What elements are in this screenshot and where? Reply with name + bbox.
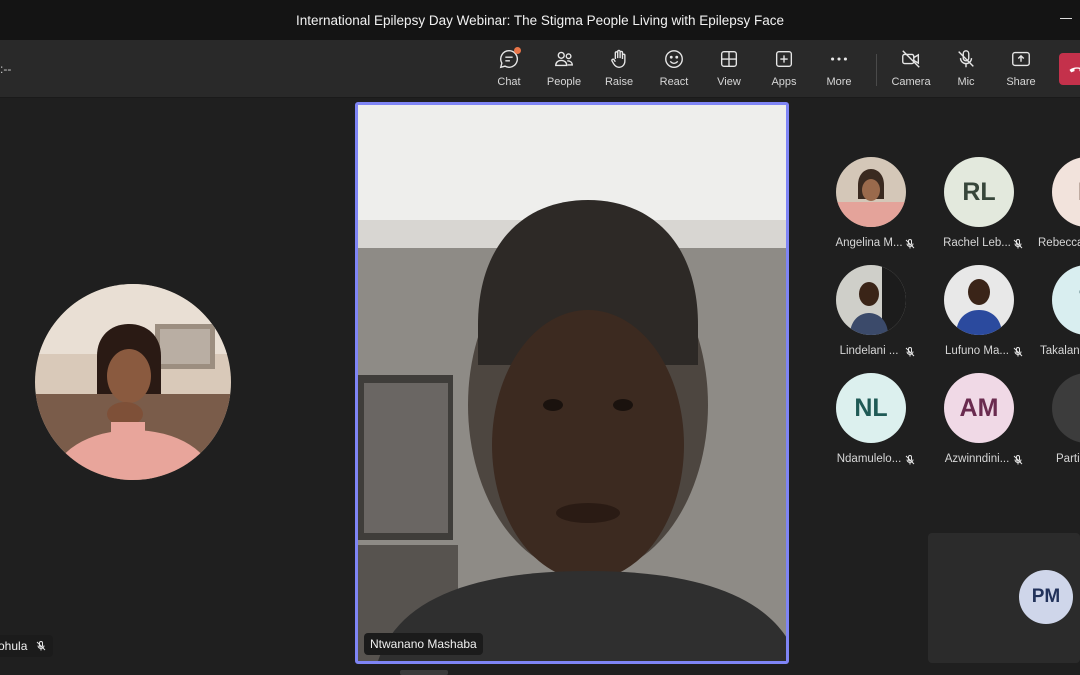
camera-off-icon xyxy=(902,50,920,68)
participant-avatar: R xyxy=(1052,157,1080,227)
view-label: View xyxy=(717,76,741,88)
toolbar-divider xyxy=(876,54,877,86)
meeting-toolbar: :-- Chat People Raise React View Apps Mo… xyxy=(0,40,1080,98)
react-label: React xyxy=(659,76,689,88)
title-bar: International Epilepsy Day Webinar: The … xyxy=(0,0,1080,40)
gallery-tile[interactable]: Lindelani ... xyxy=(836,265,936,365)
notification-dot xyxy=(514,47,521,54)
mic-label: Mic xyxy=(957,76,975,88)
mic-off-icon xyxy=(1013,239,1023,249)
gallery-tile[interactable]: AM Azwinndini... xyxy=(944,373,1044,473)
participant-name: Rebecca xyxy=(1038,237,1080,249)
people-button[interactable]: People xyxy=(539,48,589,94)
gallery-tile-overflow[interactable]: Parti xyxy=(1052,373,1080,473)
gallery-tile[interactable]: RL Rachel Leb... xyxy=(943,157,1044,257)
participant-name: Rachel Leb... xyxy=(943,237,1011,249)
more-label: More xyxy=(826,76,852,88)
gallery-tile[interactable]: NL Ndamulelo... xyxy=(836,373,936,473)
phone-hangup-icon xyxy=(1069,67,1080,73)
people-label: People xyxy=(546,76,582,88)
participant-avatar-left[interactable] xyxy=(35,284,231,480)
mic-off-icon xyxy=(1013,347,1023,357)
chat-button[interactable]: Chat xyxy=(484,47,534,94)
participant-name: Lindelani ... xyxy=(839,345,899,357)
mic-off-icon xyxy=(905,455,915,465)
mic-off-icon xyxy=(905,239,915,249)
grid-icon xyxy=(720,50,738,68)
participant-name: Azwinndini... xyxy=(944,453,1010,465)
apps-label: Apps xyxy=(771,76,797,88)
participant-avatar xyxy=(836,265,906,335)
mic-off-icon xyxy=(37,641,46,651)
meeting-title: International Epilepsy Day Webinar: The … xyxy=(295,12,784,28)
main-participant-name: Ntwanano Mashaba xyxy=(370,637,477,651)
participant-name: Parti xyxy=(1056,453,1080,465)
main-video-tile[interactable]: Ntwanano Mashaba xyxy=(355,102,789,664)
participant-avatar xyxy=(1052,373,1080,443)
apps-button[interactable]: Apps xyxy=(759,48,809,94)
meeting-timer: :-- xyxy=(0,62,12,76)
hand-icon xyxy=(611,49,626,68)
participant-name: Lufuno Ma... xyxy=(945,345,1009,357)
gallery-tile[interactable]: T Takalan xyxy=(1040,265,1080,365)
participant-avatar: NL xyxy=(836,373,906,443)
participant-avatar: T xyxy=(1052,265,1080,335)
react-button[interactable]: React xyxy=(649,48,699,94)
participant-name-tag-left: ohula xyxy=(0,635,54,657)
meeting-stage: ohula Ntwanano Mashaba Angelina M... RL … xyxy=(0,98,1080,675)
participant-name: Takalan xyxy=(1040,345,1080,357)
camera-button[interactable]: Camera xyxy=(886,48,936,94)
participant-name: Angelina M... xyxy=(835,237,903,249)
participant-photo xyxy=(944,265,1014,335)
scrollbar-handle[interactable] xyxy=(400,670,448,675)
participant-avatar: RL xyxy=(944,157,1014,227)
share-button[interactable]: Share xyxy=(996,48,1046,94)
raise-label: Raise xyxy=(604,76,634,88)
camera-label: Camera xyxy=(891,76,931,88)
participant-avatar xyxy=(944,265,1014,335)
mic-off-icon xyxy=(905,347,915,357)
gallery-tile[interactable]: Angelina M... xyxy=(835,157,936,257)
participant-photo xyxy=(836,157,906,227)
leave-button[interactable] xyxy=(1059,53,1080,85)
chat-label: Chat xyxy=(497,76,521,88)
main-participant-name-tag: Ntwanano Mashaba xyxy=(364,633,483,655)
more-button[interactable]: More xyxy=(814,48,864,94)
participant-avatar xyxy=(836,157,906,227)
self-avatar: PM xyxy=(1019,570,1073,624)
participant-photo xyxy=(35,284,231,480)
raise-hand-button[interactable]: Raise xyxy=(594,48,644,94)
gallery-tile[interactable]: R Rebecca xyxy=(1038,157,1080,257)
mic-off-icon xyxy=(958,50,974,68)
view-button[interactable]: View xyxy=(704,48,754,94)
people-icon xyxy=(555,51,573,67)
participant-name: ohula xyxy=(0,639,28,653)
plus-square-icon xyxy=(775,50,793,68)
mic-off-icon xyxy=(1013,455,1023,465)
gallery-tile[interactable]: Lufuno Ma... xyxy=(944,265,1044,365)
participant-name: Ndamulelo... xyxy=(836,453,902,465)
more-icon xyxy=(831,57,847,61)
minimize-button[interactable] xyxy=(1060,8,1074,28)
mic-button[interactable]: Mic xyxy=(941,48,991,94)
self-view-tile[interactable]: PM xyxy=(928,533,1080,663)
video-frame xyxy=(358,105,786,661)
smile-icon xyxy=(665,50,683,68)
participant-photo xyxy=(836,265,906,335)
participant-avatar: AM xyxy=(944,373,1014,443)
share-label: Share xyxy=(1006,76,1036,88)
share-icon xyxy=(1012,51,1030,67)
